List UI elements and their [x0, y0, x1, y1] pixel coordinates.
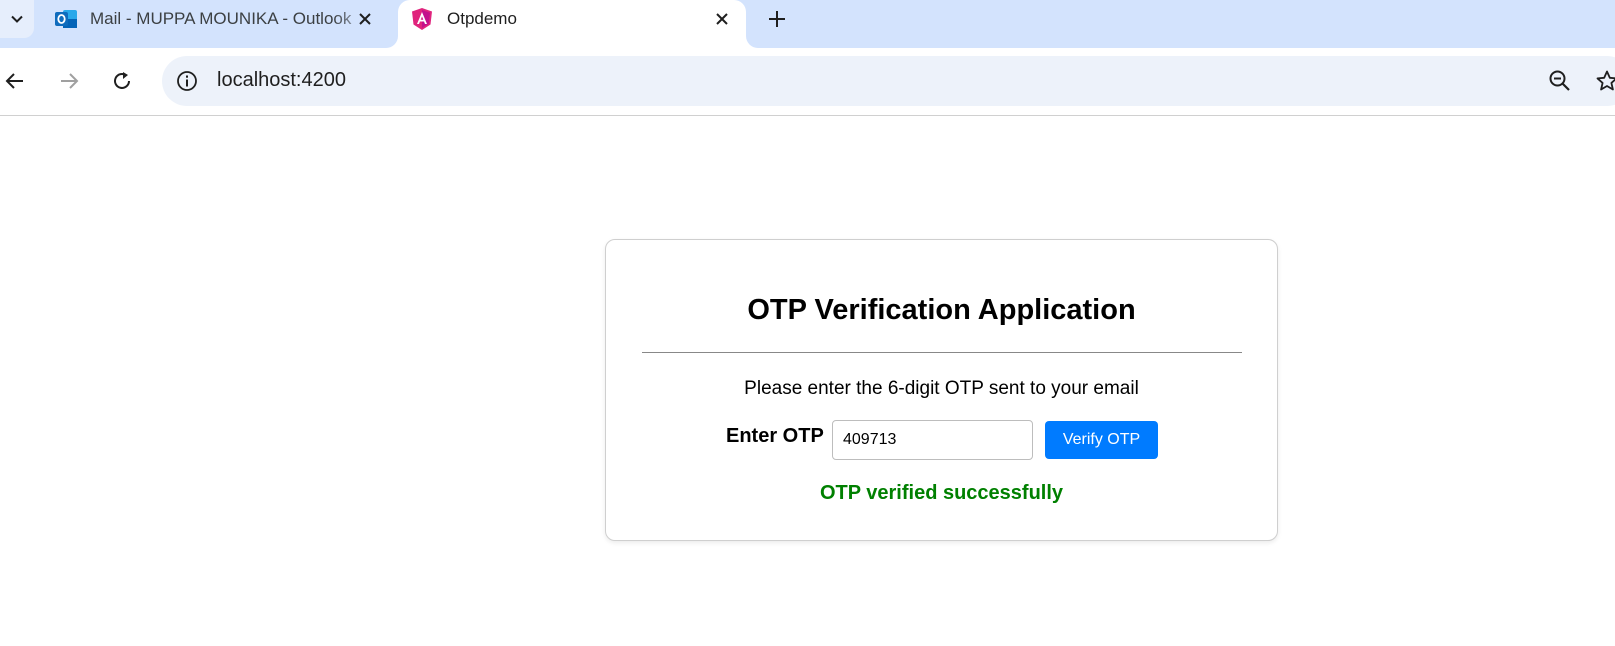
otp-input[interactable] — [832, 420, 1033, 460]
close-icon — [716, 13, 728, 25]
tab-outlook[interactable]: Mail - MUPPA MOUNIKA - Outlook — [34, 0, 394, 48]
close-tab-button[interactable] — [711, 8, 733, 30]
tab-title: Mail - MUPPA MOUNIKA - Outlook — [90, 9, 352, 28]
angular-icon — [412, 8, 432, 30]
new-tab-button[interactable] — [764, 6, 790, 32]
tab-strip: Mail - MUPPA MOUNIKA - Outlook Otpdemo — [0, 0, 1615, 48]
instructions-text: Please enter the 6-digit OTP sent to you… — [744, 378, 1139, 399]
verify-otp-button[interactable]: Verify OTP — [1045, 421, 1158, 459]
reload-button[interactable] — [107, 66, 137, 96]
browser-toolbar: localhost:4200 — [0, 48, 1615, 116]
tab-otpdemo[interactable]: Otpdemo — [398, 0, 746, 48]
site-info-button[interactable] — [172, 66, 202, 96]
chevron-down-icon — [11, 15, 23, 23]
plus-icon — [769, 11, 785, 27]
arrow-left-icon — [5, 73, 23, 89]
bookmark-button[interactable] — [1592, 66, 1615, 96]
url-text[interactable]: localhost:4200 — [217, 69, 346, 92]
forward-button[interactable] — [54, 66, 84, 96]
tab-title: Otpdemo — [447, 9, 517, 28]
divider — [642, 352, 1242, 353]
address-bar[interactable]: localhost:4200 — [162, 56, 1615, 106]
page-title: OTP Verification Application — [747, 294, 1136, 326]
info-icon — [177, 71, 197, 91]
close-tab-button[interactable] — [354, 8, 376, 30]
status-message: OTP verified successfully — [819, 482, 1064, 504]
zoom-button[interactable] — [1545, 66, 1575, 96]
back-button[interactable] — [0, 66, 30, 96]
close-icon — [359, 13, 371, 25]
reload-icon — [114, 72, 130, 89]
tab-search-button[interactable] — [0, 0, 34, 38]
otp-label: Enter OTP — [726, 425, 824, 447]
star-icon — [1596, 70, 1615, 91]
arrow-right-icon — [61, 73, 79, 89]
otp-card: OTP Verification Application Please ente… — [605, 239, 1278, 541]
outlook-icon — [55, 10, 77, 28]
zoom-out-icon — [1549, 70, 1570, 91]
